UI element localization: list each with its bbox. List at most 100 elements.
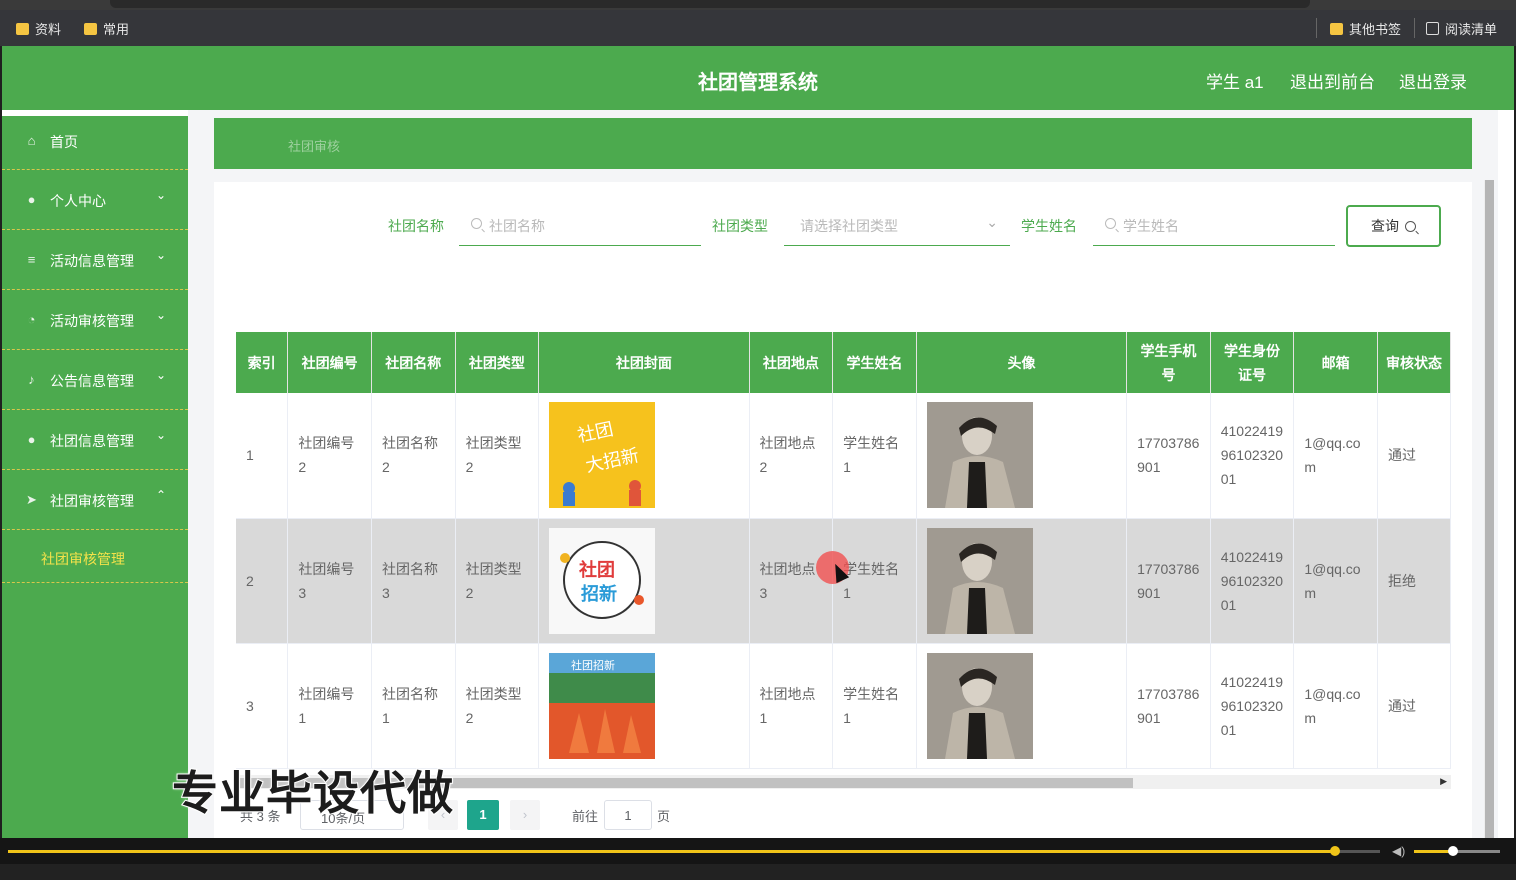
avatar[interactable] [926, 527, 1033, 634]
cell-cover: 社团 大招新 [538, 393, 750, 519]
col-header: 社团编号 [287, 332, 372, 393]
cell-cover: 社团招新 [538, 643, 750, 769]
folder-icon [1330, 22, 1343, 35]
club-cover-image[interactable]: 社团 大招新 [549, 402, 656, 509]
col-header: 社团地点 [749, 332, 834, 393]
cell-id-card: 410224199610232001 [1210, 393, 1295, 519]
sidebar-item-activity-info[interactable]: ≡ 活动信息管理 ⌄ [2, 230, 188, 290]
sidebar-item-notice[interactable]: ♪ 公告信息管理 ⌄ [2, 350, 188, 410]
club-cover-image[interactable]: 社团招新 [549, 652, 656, 759]
scrollbar-thumb[interactable] [1485, 180, 1494, 838]
table-row[interactable]: 2 社团编号3 社团名称3 社团类型2 社团 招新 社团地点3 学生姓名1 17… [236, 518, 1451, 644]
cell-club-no: 社团编号1 [287, 643, 372, 769]
col-header: 学生手机号 [1126, 332, 1211, 393]
svg-text:社团招新: 社团招新 [571, 658, 615, 672]
vertical-scrollbar[interactable] [1484, 180, 1494, 838]
page-unit-label: 页 [657, 809, 671, 824]
other-bookmarks[interactable]: 其他书签 [1330, 19, 1401, 38]
cell-student: 学生姓名1 [832, 643, 917, 769]
user-icon: ● [27, 192, 36, 207]
user-name[interactable]: 学生 a1 [1206, 68, 1264, 93]
cell-status: 通过 [1377, 643, 1451, 769]
col-header: 学生身份证号 [1210, 332, 1295, 393]
folder-icon [84, 22, 97, 35]
avatar[interactable] [926, 402, 1033, 509]
browser-tab-strip [0, 0, 1516, 10]
data-table: 索引 社团编号 社团名称 社团类型 社团封面 社团地点 学生姓名 头像 学生手机… [236, 332, 1451, 775]
folder-icon [16, 22, 29, 35]
location-icon: ● [27, 432, 36, 447]
table-row[interactable]: 1 社团编号2 社团名称2 社团类型2 社团 大招新 社团地点2 学生姓名1 1… [236, 393, 1451, 519]
table-row[interactable]: 3 社团编号1 社团名称1 社团类型2 社团招新 社团地点1 学生姓名1 177… [236, 643, 1451, 769]
cell-email: 1@qq.com [1293, 518, 1378, 644]
volume-icon[interactable]: ◀) [1392, 844, 1405, 858]
volume-handle[interactable] [1448, 846, 1458, 856]
cell-location: 社团地点1 [749, 643, 834, 769]
cell-avatar [916, 393, 1128, 519]
main-content: 社团审核 社团名称 社团名称 社团类型 请选择社团类型 ⌄ 学生姓名 学生姓名 … [188, 110, 1498, 838]
cell-status: 拒绝 [1377, 518, 1451, 644]
sidebar-item-profile[interactable]: ● 个人中心 ⌄ [2, 170, 188, 230]
table-header-row: 索引 社团编号 社团名称 社团类型 社团封面 社团地点 学生姓名 头像 学生手机… [236, 332, 1451, 393]
club-type-select[interactable]: 请选择社团类型 ⌄ [784, 204, 1010, 246]
query-button[interactable]: 查询 [1346, 205, 1441, 247]
cell-index: 3 [236, 643, 289, 769]
cell-phone: 17703786901 [1126, 518, 1211, 644]
student-name-input[interactable]: 学生姓名 [1093, 204, 1335, 246]
sidebar-item-home[interactable]: ⌂ 首页 [2, 116, 188, 170]
page-number[interactable]: 1 [467, 800, 499, 830]
search-icon [1105, 218, 1116, 229]
cell-status: 通过 [1377, 393, 1451, 519]
progress-handle[interactable] [1330, 846, 1340, 856]
send-icon: ➤ [26, 492, 37, 507]
bookmarks-bar: 资料 常用 其他书签 阅读清单 [0, 10, 1516, 46]
cell-email: 1@qq.com [1293, 643, 1378, 769]
cell-email: 1@qq.com [1293, 393, 1378, 519]
club-type-label: 社团类型 [712, 218, 768, 234]
cell-student: 学生姓名1 [832, 518, 917, 644]
cell-club-type: 社团类型2 [455, 643, 540, 769]
next-page-button[interactable]: › [510, 800, 540, 830]
address-bar[interactable] [110, 0, 1310, 8]
cell-club-no: 社团编号3 [287, 518, 372, 644]
cell-club-name: 社团名称2 [371, 393, 456, 519]
cell-club-type: 社团类型2 [455, 518, 540, 644]
col-header: 头像 [916, 332, 1128, 393]
svg-text:社团: 社团 [579, 559, 615, 581]
video-player-bar: ◀) [0, 838, 1516, 880]
chevron-down-icon: ⌄ [986, 214, 998, 230]
cell-location: 社团地点3 [749, 518, 834, 644]
cell-club-name: 社团名称3 [371, 518, 456, 644]
avatar[interactable] [926, 652, 1033, 759]
app-title: 社团管理系统 [698, 72, 818, 94]
progress-track[interactable] [8, 850, 1336, 853]
sidebar-item-club-info[interactable]: ● 社团信息管理 ⌄ [2, 410, 188, 470]
top-header: 社团管理系统 学生 a1 退出到前台 退出登录 [2, 46, 1514, 110]
col-header: 学生姓名 [832, 332, 917, 393]
cell-avatar [916, 518, 1128, 644]
cell-club-name: 社团名称1 [371, 643, 456, 769]
sidebar-item-club-review[interactable]: ➤ 社团审核管理 ⌃ [2, 470, 188, 530]
student-name-label: 学生姓名 [1021, 218, 1077, 234]
reading-list[interactable]: 阅读清单 [1426, 19, 1497, 38]
cell-student: 学生姓名1 [832, 393, 917, 519]
scroll-right-icon[interactable]: ▶ [1440, 776, 1447, 787]
cell-cover: 社团 招新 [538, 518, 750, 644]
sidebar-item-activity-review[interactable]: ◔ 活动审核管理 ⌄ [2, 290, 188, 350]
cell-avatar [916, 643, 1128, 769]
goto-label: 前往 [572, 809, 599, 824]
logout-link[interactable]: 退出登录 [1399, 68, 1467, 93]
cell-id-card: 410224199610232001 [1210, 643, 1295, 769]
goto-page-input[interactable]: 1 [604, 800, 652, 830]
col-header: 社团名称 [371, 332, 456, 393]
cell-index: 2 [236, 518, 289, 644]
bookmark-folder[interactable]: 常用 [84, 19, 129, 38]
sidebar-subitem-club-review[interactable]: 社团审核管理 [2, 530, 188, 583]
club-name-input[interactable]: 社团名称 [459, 204, 701, 246]
clock-icon: ◔ [27, 312, 36, 327]
club-cover-image[interactable]: 社团 招新 [549, 527, 656, 634]
chevron-down-icon: ⌄ [155, 248, 166, 262]
bookmark-folder[interactable]: 资料 [16, 19, 61, 38]
search-icon [471, 218, 482, 229]
exit-front-link[interactable]: 退出到前台 [1290, 68, 1375, 93]
